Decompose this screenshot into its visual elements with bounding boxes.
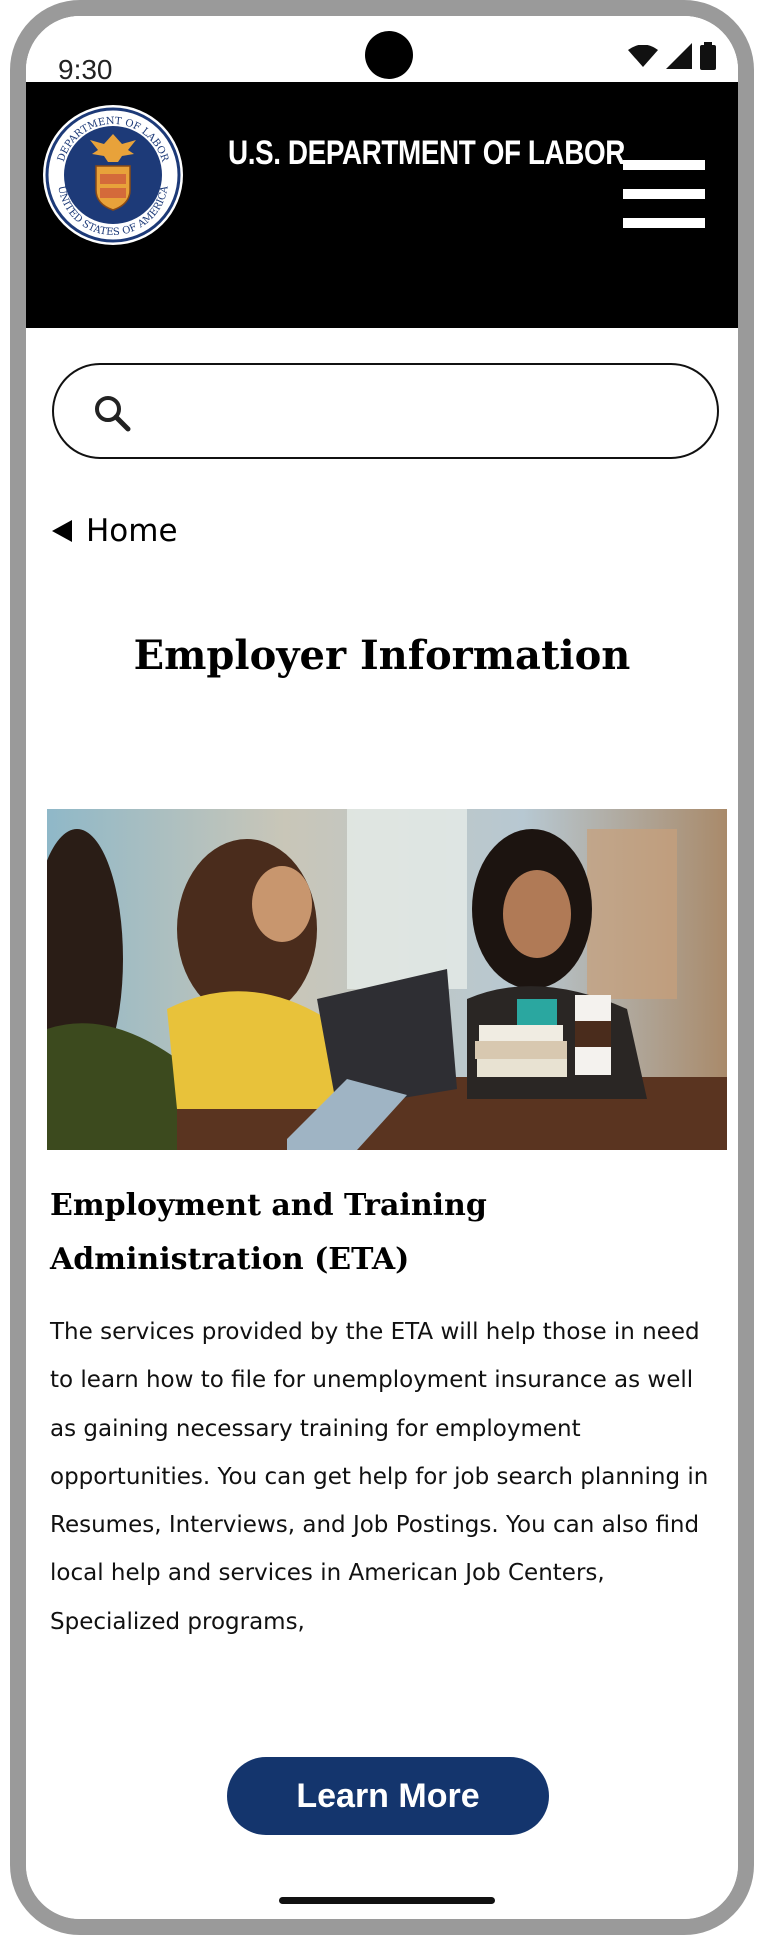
- search-icon[interactable]: [92, 393, 132, 433]
- breadcrumb-label: Home: [86, 513, 178, 549]
- section-body: The services provided by the ETA will he…: [50, 1319, 709, 1635]
- wifi-icon: [628, 45, 658, 67]
- signal-icon: [666, 43, 692, 69]
- hamburger-menu-icon[interactable]: [623, 158, 705, 232]
- back-arrow-icon: [52, 520, 72, 542]
- home-indicator[interactable]: [279, 1897, 495, 1904]
- breadcrumb-home-link[interactable]: Home: [52, 513, 178, 549]
- camera-cutout: [365, 31, 413, 79]
- battery-icon: [700, 42, 716, 70]
- screen: 9:30 DEPARTMENT OF LABOR UNITED STATES O…: [26, 16, 738, 1919]
- page-title: Employer Information: [133, 632, 631, 679]
- phone-frame: 9:30 DEPARTMENT OF LABOR UNITED STATES O…: [10, 0, 754, 1935]
- dol-seal-logo[interactable]: DEPARTMENT OF LABOR UNITED STATES OF AME…: [42, 104, 184, 246]
- search-bar[interactable]: [52, 363, 719, 459]
- status-bar: 9:30: [26, 16, 738, 85]
- employer-photo: [47, 809, 727, 1150]
- site-title[interactable]: U.S. DEPARTMENT OF LABOR: [228, 134, 625, 173]
- status-icons: [628, 42, 716, 70]
- learn-more-button[interactable]: Learn More: [227, 1757, 549, 1835]
- search-input[interactable]: [150, 385, 694, 439]
- section-heading: Employment and Training Administration (…: [50, 1188, 487, 1277]
